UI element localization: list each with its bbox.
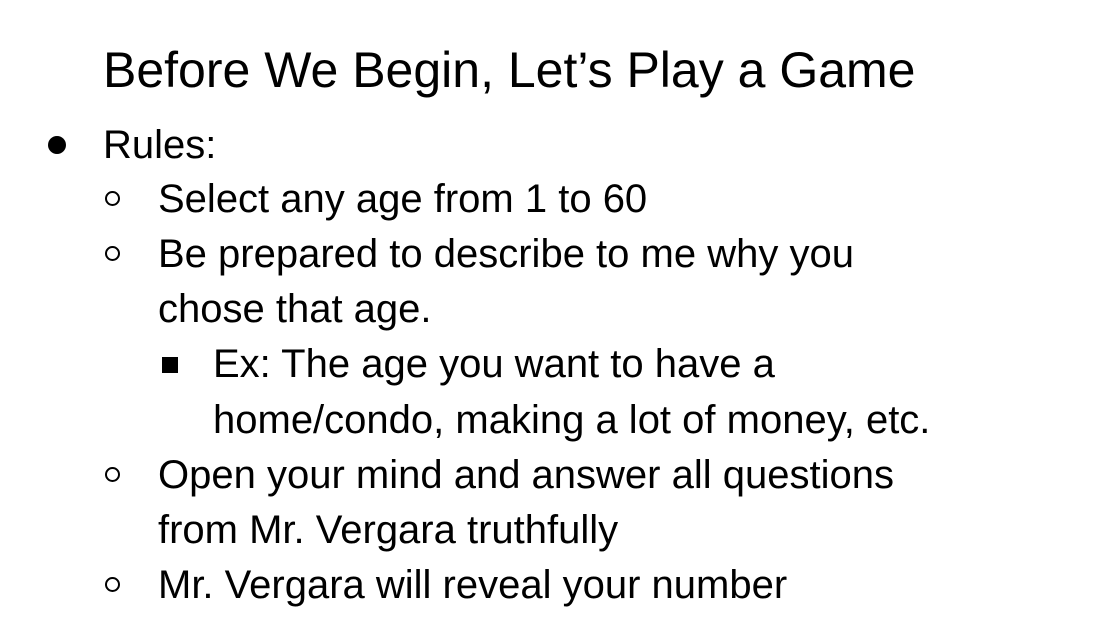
rule-item-4: Mr. Vergara will reveal your number (158, 563, 788, 607)
rule-item-2-line-1: Be prepared to describe to me why you (158, 232, 854, 276)
example-line-1: Ex: The age you want to have a (213, 342, 775, 386)
rule-item-1: Select any age from 1 to 60 (158, 177, 648, 221)
circle-bullet-icon (105, 450, 120, 482)
slide-title: Before We Begin, Let’s Play a Game (103, 42, 916, 98)
rules-heading: Rules: (103, 123, 217, 167)
disc-bullet-icon (48, 120, 66, 154)
example-line-2: home/condo, making a lot of money, etc. (213, 398, 931, 442)
slide: Before We Begin, Let’s Play a Game Rules… (0, 0, 1100, 619)
rule-item-3-line-2: from Mr. Vergara truthfully (158, 508, 619, 552)
rule-item-3-line-1: Open your mind and answer all questions (158, 453, 894, 497)
circle-bullet-icon (105, 174, 120, 206)
circle-bullet-icon (105, 229, 120, 261)
rule-item-2-line-2: chose that age. (158, 287, 432, 331)
circle-bullet-icon (105, 560, 120, 592)
square-bullet-icon (162, 339, 178, 373)
